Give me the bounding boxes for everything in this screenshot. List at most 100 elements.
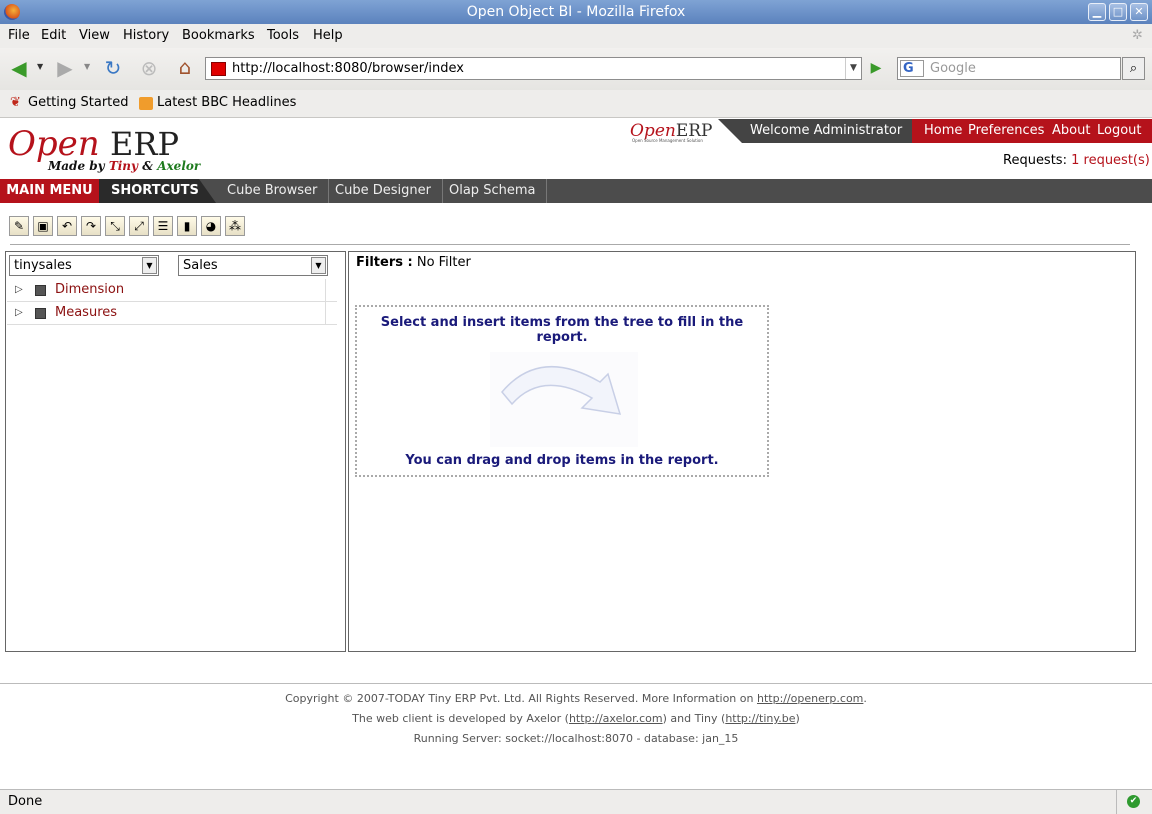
reload-icon[interactable]: ↻ [100, 56, 126, 80]
tree-item-label[interactable]: Measures [55, 302, 117, 324]
shortcuts-button[interactable]: SHORTCUTS [99, 179, 216, 203]
footer-copyright: Copyright © 2007-TODAY Tiny ERP Pvt. Ltd… [0, 692, 1152, 705]
status-bar: Done [0, 789, 1152, 814]
curved-arrow-icon [490, 352, 638, 447]
forward-history-dropdown-icon[interactable]: ▼ [84, 62, 90, 71]
link-preferences[interactable]: Preferences [968, 119, 1044, 143]
link-about[interactable]: About [1052, 119, 1090, 143]
logo-tagline: Made by Tiny & Axelor [48, 159, 200, 173]
forward-icon[interactable]: ▶ [52, 56, 78, 80]
expand-arrow-icon[interactable]: ▷ [15, 279, 23, 301]
cube-select[interactable]: Sales ▼ [178, 255, 328, 276]
footer-copyright-end: . [863, 692, 867, 705]
toolbar-divider [10, 244, 1130, 245]
pie-chart-icon[interactable]: ◕ [201, 216, 221, 236]
close-button[interactable]: ✕ [1130, 3, 1148, 21]
link-home[interactable]: Home [924, 119, 962, 143]
cube-select-value: Sales [183, 258, 218, 273]
home-icon[interactable]: ⌂ [172, 55, 198, 79]
menu-view[interactable]: View [79, 24, 110, 48]
menu-help[interactable]: Help [313, 24, 343, 48]
search-button[interactable]: ⌕ [1122, 57, 1145, 80]
menu-bar: File Edit View History Bookmarks Tools H… [0, 24, 1152, 48]
firefox-icon [4, 4, 20, 20]
report-drop-zone[interactable]: Select and insert items from the tree to… [355, 305, 769, 477]
minimize-button[interactable]: ▁ [1088, 3, 1106, 21]
logo-open-text[interactable]: Open [8, 125, 100, 163]
window-titlebar: Open Object BI - Mozilla Firefox ▁ □ ✕ [0, 0, 1152, 24]
menu-edit[interactable]: Edit [41, 24, 66, 48]
tab-olap-schema[interactable]: Olap Schema [438, 179, 548, 203]
bubble-chart-icon[interactable]: ⁂ [225, 216, 245, 236]
tab-cube-designer[interactable]: Cube Designer [324, 179, 443, 203]
menu-bookmarks[interactable]: Bookmarks [182, 24, 255, 48]
status-divider [1116, 789, 1117, 814]
bookmark-getting-started[interactable]: Getting Started [28, 90, 129, 116]
tree-item-measures[interactable]: ▷ Measures [7, 302, 337, 325]
bar-chart-icon[interactable]: ▮ [177, 216, 197, 236]
main-menu-button[interactable]: MAIN MENU [0, 179, 99, 203]
requests-label: Requests: [1003, 153, 1067, 168]
link-openerp[interactable]: http://openerp.com [757, 692, 863, 705]
expand-arrow-icon[interactable]: ▷ [15, 302, 23, 324]
logo-made-by: Made by [48, 159, 105, 173]
footer-server-info: Running Server: socket://localhost:8070 … [413, 732, 739, 745]
search-engine-icon[interactable]: G [900, 60, 924, 77]
bookmarks-toolbar: ❦ Getting Started Latest BBC Headlines [0, 90, 1152, 118]
clear-icon[interactable]: ✎ [9, 216, 29, 236]
schema-select-value: tinysales [14, 258, 72, 273]
url-text: http://localhost:8080/browser/index [232, 61, 464, 76]
filters-line: Filters : No Filter [356, 255, 471, 270]
drop-instruction: Select and insert items from the tree to… [380, 315, 744, 345]
getting-started-icon: ❦ [10, 95, 21, 110]
search-input[interactable]: G Google [897, 57, 1121, 80]
maximize-button[interactable]: □ [1109, 3, 1127, 21]
chevron-down-icon: ▼ [311, 257, 326, 274]
redo-icon[interactable]: ↷ [81, 216, 101, 236]
go-button[interactable]: ▶ [866, 58, 886, 78]
dimension-folder-icon [35, 285, 46, 296]
menu-file[interactable]: File [8, 24, 30, 48]
schema-select[interactable]: tinysales ▼ [9, 255, 159, 276]
drop-hint: You can drag and drop items in the repor… [405, 453, 719, 468]
throbber-icon: ✲ [1132, 28, 1143, 43]
rss-feed-icon [139, 97, 153, 110]
footer-dev-text: The web client is developed by Axelor ( [352, 712, 569, 725]
footer-dev-end: ) [795, 712, 800, 725]
measures-folder-icon [35, 308, 46, 319]
tree-column-separator [325, 279, 326, 301]
undo-icon[interactable]: ↶ [57, 216, 77, 236]
tab-cube-browser[interactable]: Cube Browser [216, 179, 330, 203]
requests-link[interactable]: 1 request(s) [1071, 153, 1150, 168]
link-logout[interactable]: Logout [1097, 119, 1142, 143]
filters-value: No Filter [416, 255, 471, 270]
logo-erp-text[interactable]: ERP [110, 125, 179, 163]
collapse-all-icon[interactable]: ⤢ [129, 216, 149, 236]
expand-all-icon[interactable]: ⤡ [105, 216, 125, 236]
url-bar[interactable]: http://localhost:8080/browser/index ▼ [205, 57, 862, 80]
footer-developers: The web client is developed by Axelor (h… [0, 712, 1152, 725]
logo-amp: & [142, 159, 154, 173]
menu-tools[interactable]: Tools [267, 24, 299, 48]
tree-item-label[interactable]: Dimension [55, 279, 124, 301]
stop-icon[interactable]: ⊗ [136, 56, 162, 80]
window-title: Open Object BI - Mozilla Firefox [466, 4, 686, 20]
back-icon[interactable]: ◀ [6, 56, 32, 80]
tree-item-dimension[interactable]: ▷ Dimension [7, 279, 337, 302]
tree-column-separator [325, 302, 326, 324]
bookmark-bbc-headlines[interactable]: Latest BBC Headlines [157, 90, 296, 116]
table-icon[interactable]: ☰ [153, 216, 173, 236]
footer-copyright-text: Copyright © 2007-TODAY Tiny ERP Pvt. Ltd… [285, 692, 757, 705]
menu-history[interactable]: History [123, 24, 169, 48]
requests-info: Requests: 1 request(s) [1003, 153, 1150, 168]
back-history-dropdown-icon[interactable]: ▼ [37, 62, 43, 71]
url-dropdown-icon[interactable]: ▼ [845, 58, 861, 79]
footer-divider [0, 683, 1152, 684]
link-tiny[interactable]: http://tiny.be [725, 712, 795, 725]
secure-check-icon: ✔ [1127, 795, 1140, 808]
save-icon[interactable]: ▣ [33, 216, 53, 236]
link-axelor[interactable]: http://axelor.com [569, 712, 663, 725]
small-logo-subtitle: Open Source Management Solution [632, 138, 703, 143]
main-menu-bar: MAIN MENU SHORTCUTS Cube Browser Cube De… [0, 179, 1152, 203]
logo-axelor: Axelor [157, 159, 201, 173]
